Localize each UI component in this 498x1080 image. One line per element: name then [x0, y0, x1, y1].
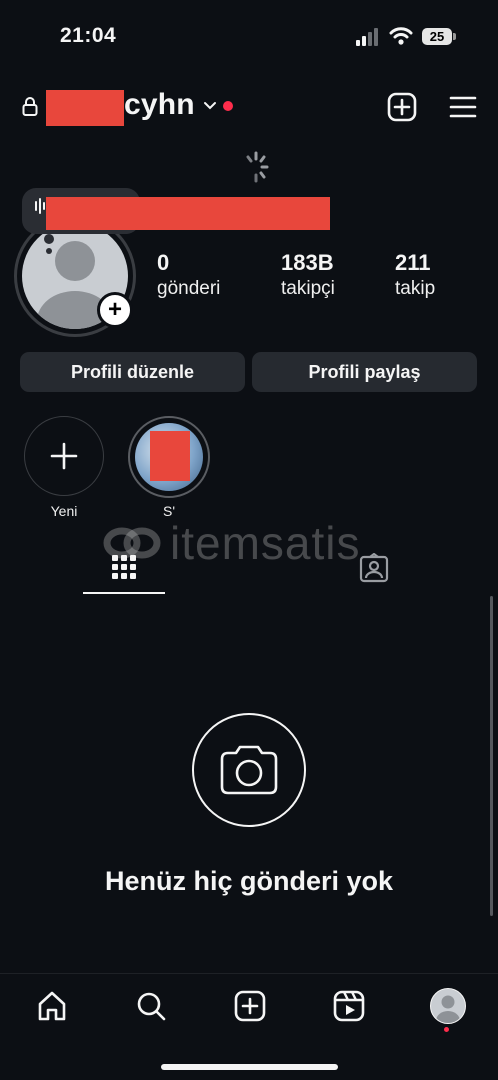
lock-icon [22, 96, 38, 116]
battery-tip [453, 33, 456, 40]
home-indicator [161, 1064, 338, 1070]
posts-label[interactable]: gönderi [157, 278, 220, 300]
new-highlight-button[interactable] [24, 416, 104, 496]
signal-icon [356, 28, 382, 46]
highlight-redaction [150, 431, 190, 481]
profile-notification-dot [444, 1027, 449, 1032]
following-count[interactable]: 211 [395, 250, 431, 276]
username-redaction [46, 90, 124, 126]
highlight-item[interactable] [128, 416, 210, 498]
wifi-icon [389, 26, 413, 46]
account-username[interactable]: cyhn [124, 88, 195, 122]
nav-divider [0, 973, 498, 974]
posts-count[interactable]: 0 [157, 250, 169, 276]
reels-icon[interactable] [333, 990, 365, 1022]
note-bubble-tail [44, 234, 54, 244]
followers-count[interactable]: 183B [281, 250, 334, 276]
watermark-text: itemsatis [170, 516, 361, 569]
battery-icon: 25 [422, 28, 452, 45]
loading-spinner-icon [242, 151, 270, 183]
active-tab-indicator [83, 592, 165, 594]
note-bubble-tail-small [46, 248, 52, 254]
bio-redaction [46, 197, 330, 230]
followers-label[interactable]: takipçi [281, 278, 335, 300]
following-label[interactable]: takip [395, 278, 435, 300]
new-post-icon[interactable] [234, 990, 266, 1022]
chevron-down-icon[interactable] [203, 101, 217, 111]
edit-profile-button[interactable]: Profili düzenle [20, 352, 245, 392]
empty-state-title: Henüz hiç gönderi yok [104, 866, 394, 896]
create-post-icon[interactable] [387, 92, 417, 122]
search-icon[interactable] [135, 990, 167, 1022]
home-icon[interactable] [36, 990, 68, 1022]
share-profile-button[interactable]: Profili paylaş [252, 352, 477, 392]
profile-tab-avatar[interactable] [430, 988, 466, 1024]
menu-icon[interactable] [449, 95, 477, 119]
status-time: 21:04 [60, 24, 117, 47]
new-highlight-label: Yeni [50, 503, 78, 519]
watermark: itemsatis [100, 512, 360, 570]
tagged-icon[interactable] [359, 553, 389, 583]
grid-icon[interactable] [112, 555, 136, 579]
account-notification-dot [223, 101, 233, 111]
add-story-icon[interactable]: + [97, 292, 133, 328]
camera-icon [192, 713, 306, 827]
